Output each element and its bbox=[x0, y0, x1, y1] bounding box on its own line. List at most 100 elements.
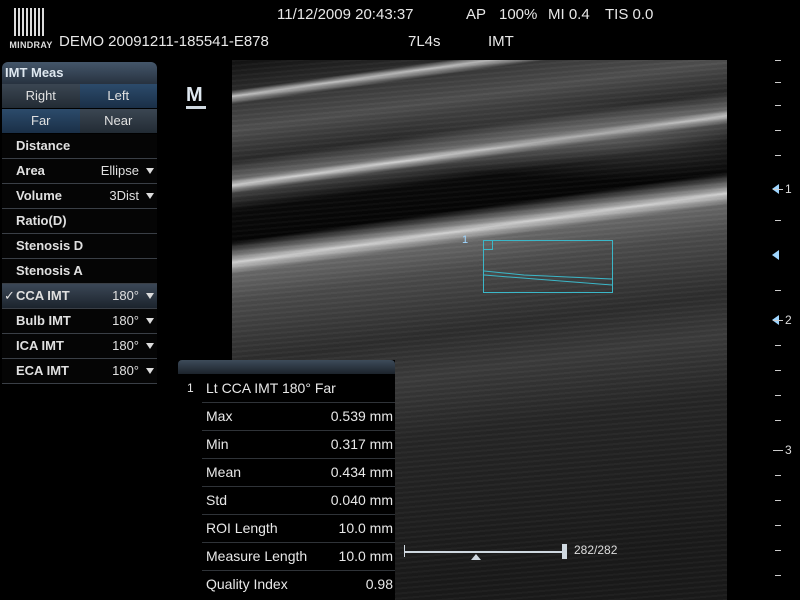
depth-tick bbox=[775, 370, 781, 371]
imt-roi-box[interactable] bbox=[483, 240, 613, 293]
roi-label: 1 bbox=[462, 234, 469, 246]
side-left-button[interactable]: Left bbox=[79, 84, 157, 108]
depth-label: 3 bbox=[785, 443, 792, 457]
result-key: Mean bbox=[206, 464, 242, 480]
dropdown-arrow-icon[interactable] bbox=[146, 293, 154, 299]
results-header-bar bbox=[178, 360, 395, 374]
cine-position-icon[interactable] bbox=[471, 554, 481, 560]
dropdown-arrow-icon[interactable] bbox=[146, 368, 154, 374]
dropdown-arrow-icon[interactable] bbox=[146, 193, 154, 199]
menu-item-value: Ellipse bbox=[100, 163, 139, 178]
menu-item-distance[interactable]: Distance bbox=[2, 134, 157, 159]
depth-scale: 1 2 3 bbox=[765, 55, 800, 600]
menu-item-ratio[interactable]: Ratio(D) bbox=[2, 209, 157, 234]
menu-title: IMT Meas bbox=[2, 62, 157, 84]
depth-tick bbox=[775, 345, 781, 346]
focus-label: 1 bbox=[785, 182, 792, 196]
wall-near-button[interactable]: Near bbox=[79, 109, 157, 133]
menu-item-value: 180° bbox=[112, 288, 139, 303]
result-key: Measure Length bbox=[206, 548, 308, 564]
results-row-roi-length: ROI Length 10.0 mm bbox=[202, 514, 395, 542]
dropdown-arrow-icon[interactable] bbox=[146, 343, 154, 349]
menu-item-volume[interactable]: Volume 3Dist bbox=[2, 184, 157, 209]
result-value: 0.434 mm bbox=[330, 464, 393, 480]
imt-trace-lines bbox=[484, 270, 612, 286]
exam-datetime: 11/12/2009 20:43:37 bbox=[277, 6, 414, 23]
menu-item-value: 180° bbox=[112, 363, 139, 378]
power-value: 100% bbox=[499, 6, 538, 23]
result-value: 0.317 mm bbox=[330, 436, 393, 452]
result-key: ROI Length bbox=[206, 520, 278, 536]
depth-tick bbox=[775, 60, 781, 61]
depth-tick bbox=[773, 320, 783, 321]
menu-item-eca-imt[interactable]: ECA IMT 180° bbox=[2, 359, 157, 384]
menu-item-label: Bulb IMT bbox=[16, 313, 71, 328]
menu-item-label: ECA IMT bbox=[16, 363, 69, 378]
menu-item-value: 3Dist bbox=[109, 188, 139, 203]
results-row-quality-index: Quality Index 0.98 bbox=[202, 570, 395, 598]
depth-tick bbox=[775, 525, 781, 526]
results-row-measure-length: Measure Length 10.0 mm bbox=[202, 542, 395, 570]
menu-item-label: Stenosis A bbox=[16, 263, 83, 278]
checkmark-icon: ✓ bbox=[4, 288, 15, 303]
menu-item-stenosis-a[interactable]: Stenosis A bbox=[2, 259, 157, 284]
menu-item-area[interactable]: Area Ellipse bbox=[2, 159, 157, 184]
exam-type: IMT bbox=[488, 33, 514, 50]
result-key: Quality Index bbox=[206, 576, 288, 592]
focus-marker-icon[interactable] bbox=[772, 250, 779, 260]
result-key: Std bbox=[206, 492, 228, 508]
side-toggle: Right Left bbox=[2, 84, 157, 109]
results-title-row: 1 Lt CCA IMT 180° Far bbox=[178, 374, 395, 402]
depth-tick bbox=[775, 550, 781, 551]
depth-tick bbox=[775, 220, 781, 221]
patient-id: DEMO 20091211-185541-E878 bbox=[59, 33, 269, 50]
ap-label: AP bbox=[466, 6, 487, 23]
focus-label: 2 bbox=[785, 313, 792, 327]
result-key: Max bbox=[206, 408, 233, 424]
result-value: 0.539 mm bbox=[330, 408, 393, 424]
menu-item-cca-imt[interactable]: ✓ CCA IMT 180° bbox=[2, 284, 157, 309]
depth-tick bbox=[775, 290, 781, 291]
brand-label: MINDRAY bbox=[9, 40, 53, 50]
imt-measure-menu: IMT Meas Right Left Far Near Distance Ar… bbox=[2, 62, 157, 384]
cine-review-bar[interactable]: 282/282 bbox=[404, 543, 617, 563]
menu-item-ica-imt[interactable]: ICA IMT 180° bbox=[2, 334, 157, 359]
result-value: 10.0 mm bbox=[338, 548, 393, 564]
dropdown-arrow-icon[interactable] bbox=[146, 318, 154, 324]
depth-tick bbox=[775, 130, 781, 131]
imt-results-panel: 1 Lt CCA IMT 180° Far Max 0.539 mm Min 0… bbox=[178, 360, 395, 600]
wall-far-button[interactable]: Far bbox=[2, 109, 80, 133]
tis-value: TIS 0.0 bbox=[605, 6, 654, 23]
depth-tick bbox=[773, 189, 783, 190]
roi-handle[interactable] bbox=[483, 240, 493, 250]
results-index: 1 bbox=[187, 381, 194, 395]
menu-item-label: CCA IMT bbox=[16, 288, 70, 303]
mindray-logo: MINDRAY bbox=[8, 6, 54, 52]
menu-item-label: Stenosis D bbox=[16, 238, 84, 253]
m-orientation-icon: M bbox=[186, 85, 206, 109]
depth-tick bbox=[775, 155, 781, 156]
menu-item-label: Ratio(D) bbox=[16, 213, 67, 228]
probe-name: 7L4s bbox=[408, 33, 441, 50]
cine-frame-counter: 282/282 bbox=[574, 543, 618, 557]
result-value: 0.98 bbox=[365, 576, 393, 592]
depth-tick bbox=[775, 82, 781, 83]
depth-tick bbox=[775, 105, 781, 106]
menu-item-stenosis-d[interactable]: Stenosis D bbox=[2, 234, 157, 259]
results-row-min: Min 0.317 mm bbox=[202, 430, 395, 458]
cine-track[interactable] bbox=[404, 551, 562, 553]
depth-tick bbox=[775, 575, 781, 576]
side-right-button[interactable]: Right bbox=[2, 84, 80, 108]
menu-item-label: Area bbox=[16, 163, 45, 178]
depth-tick bbox=[775, 420, 781, 421]
dropdown-arrow-icon[interactable] bbox=[146, 168, 154, 174]
depth-tick bbox=[775, 500, 781, 501]
results-row-mean: Mean 0.434 mm bbox=[202, 458, 395, 486]
cine-end-handle[interactable] bbox=[562, 544, 567, 559]
results-row-std: Std 0.040 mm bbox=[202, 486, 395, 514]
depth-tick bbox=[773, 450, 783, 451]
menu-item-bulb-imt[interactable]: Bulb IMT 180° bbox=[2, 309, 157, 334]
menu-item-label: Volume bbox=[16, 188, 62, 203]
menu-item-label: ICA IMT bbox=[16, 338, 64, 353]
results-title: Lt CCA IMT 180° Far bbox=[206, 380, 336, 396]
